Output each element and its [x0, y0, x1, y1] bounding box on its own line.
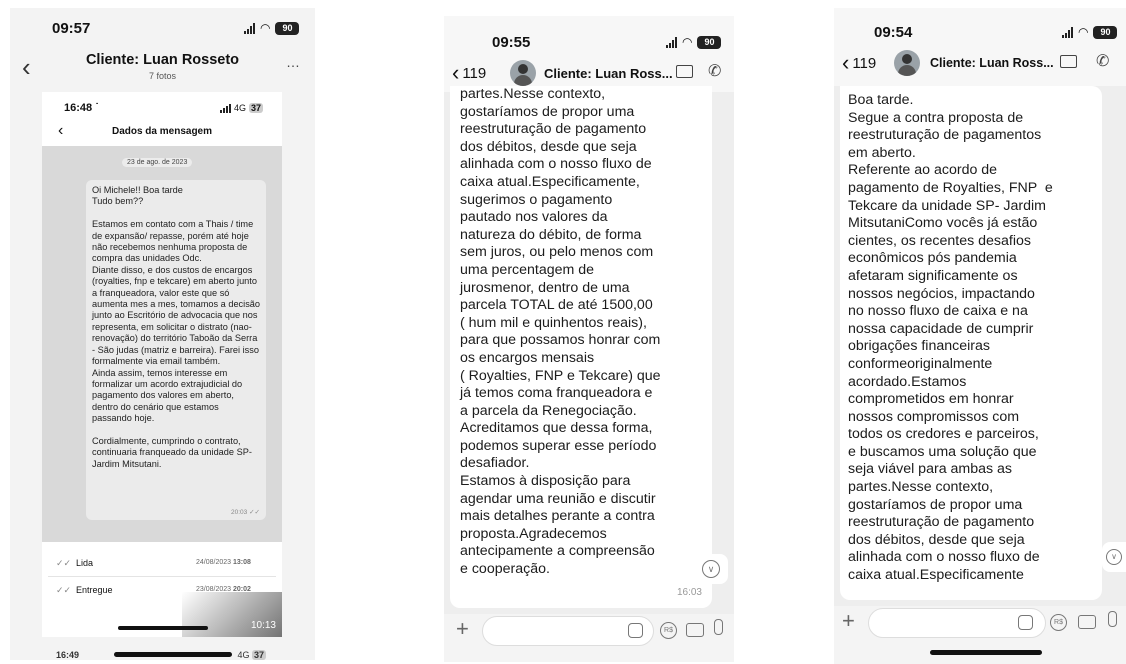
- read-label: Lida: [76, 558, 94, 568]
- message-bubble: Boa tarde. Segue a contra proposta de re…: [840, 86, 1102, 600]
- camera-icon[interactable]: [686, 623, 704, 637]
- camera-icon[interactable]: [1078, 615, 1096, 629]
- inner-signal-icon: [220, 102, 231, 113]
- right-header: [834, 8, 1126, 86]
- back-button[interactable]: ‹ 119: [842, 50, 877, 75]
- bottom-network: 4G: [237, 650, 250, 660]
- bottom-time: 16:49: [56, 650, 80, 660]
- scroll-down-button[interactable]: ∨: [1102, 542, 1126, 572]
- signal-icon: [1062, 26, 1073, 38]
- delivered-label: Entregue: [76, 585, 113, 595]
- payment-icon[interactable]: R$: [660, 622, 677, 639]
- chat-title[interactable]: Cliente: Luan Ross...: [544, 66, 673, 81]
- battery-icon: 90: [697, 35, 722, 49]
- signal-icon: [666, 36, 677, 48]
- wifi-icon: ◠: [260, 21, 271, 35]
- inner-network: 4G: [234, 102, 247, 113]
- unread-count: 119: [462, 64, 487, 82]
- left-phone-screenshot: 09:57 ◠ 90 ‹ Cliente: Luan Rosseto 7 fot…: [10, 8, 315, 660]
- more-options-icon[interactable]: …: [286, 54, 300, 70]
- back-button[interactable]: ‹ 119: [452, 60, 487, 85]
- microphone-icon[interactable]: [1108, 611, 1117, 627]
- plus-icon[interactable]: +: [456, 616, 469, 642]
- inner-message-bubble: Oi Michele!! Boa tarde Tudo bem?? Estamo…: [86, 180, 266, 520]
- back-arrow-icon: ‹: [842, 50, 850, 75]
- read-time: 13:08: [233, 559, 251, 566]
- inner-message-time: 20:03 ✓✓: [231, 509, 260, 516]
- wifi-icon: ◠: [1078, 25, 1089, 39]
- status-icons: ◠ 90: [244, 21, 300, 35]
- right-phone-screenshot: 09:54 ◠ 90 ‹ 119 Cliente: Luan Ross... ✆…: [834, 8, 1126, 664]
- battery-icon: 90: [275, 21, 300, 35]
- status-icons: ◠ 90: [666, 35, 722, 49]
- contact-avatar[interactable]: [510, 60, 536, 86]
- status-icons: ◠ 90: [1062, 25, 1118, 39]
- inner-time-text: 16:48: [64, 102, 93, 114]
- read-timestamp: 24/08/2023 13:08: [196, 559, 251, 566]
- signal-icon: [244, 22, 255, 34]
- message-input[interactable]: [868, 608, 1046, 638]
- battery-icon: 90: [1093, 25, 1118, 39]
- read-date: 24/08/2023: [196, 559, 232, 566]
- status-time: 09:54: [874, 24, 913, 41]
- home-indicator: [930, 650, 1042, 655]
- middle-phone-screenshot: 09:55 ◠ 90 ‹ 119 Cliente: Luan Ross... ✆…: [444, 16, 734, 662]
- microphone-icon[interactable]: [714, 619, 723, 635]
- bottom-right-status: 4G 37: [237, 650, 266, 660]
- date-chip: 23 de ago. de 2023: [122, 158, 193, 167]
- chevron-down-icon: ∨: [702, 560, 720, 578]
- delivered-check-icon: ✓✓: [56, 585, 72, 595]
- inner-screenshot: 16:48 ˙ 4G 37 ‹ Dados da mensagem 23 de …: [42, 92, 282, 637]
- phone-call-icon[interactable]: ✆: [708, 61, 721, 81]
- message-time: 16:03: [676, 587, 702, 599]
- inner-message-time-text: 20:03: [231, 509, 248, 516]
- chevron-down-icon: ∨: [1106, 549, 1122, 565]
- back-arrow-icon: ‹: [452, 60, 460, 85]
- status-time: 09:57: [52, 20, 91, 37]
- inner-status-time: 16:48 ˙: [64, 102, 99, 114]
- read-check-icon: ✓✓: [56, 558, 72, 568]
- video-call-icon[interactable]: [676, 65, 693, 78]
- sticker-icon[interactable]: [628, 623, 643, 638]
- chat-title[interactable]: Cliente: Luan Ross...: [930, 56, 1054, 70]
- bottom-battery: 37: [251, 650, 266, 660]
- bottom-status: 16:49 4G 37: [56, 650, 266, 660]
- message-text: Boa tarde. Segue a contra proposta de re…: [848, 92, 1053, 584]
- read-row: ✓✓ Lida 24/08/2023 13:08: [48, 550, 276, 577]
- inner-status-icons: 4G 37: [220, 102, 264, 113]
- unread-count: 119: [852, 54, 877, 72]
- chat-subtitle: 7 fotos: [148, 71, 177, 81]
- message-bubble: partes.Nesse contexto, gostaríamos de pr…: [450, 86, 712, 608]
- phone-call-icon[interactable]: ✆: [1096, 51, 1109, 71]
- scroll-down-button[interactable]: ∨: [694, 554, 728, 584]
- payment-icon[interactable]: R$: [1050, 614, 1067, 631]
- plus-icon[interactable]: +: [842, 608, 855, 634]
- message-area: 23 de ago. de 2023 Oi Michele!! Boa tard…: [42, 146, 282, 542]
- video-time: 10:13: [250, 620, 276, 631]
- video-call-icon[interactable]: [1060, 55, 1077, 68]
- message-text: partes.Nesse contexto, gostaríamos de pr…: [460, 86, 661, 578]
- sticker-icon[interactable]: [1018, 615, 1033, 630]
- message-input[interactable]: [482, 616, 654, 646]
- status-time: 09:55: [492, 34, 531, 51]
- inner-message-text: Oi Michele!! Boa tarde Tudo bem?? Estamo…: [92, 185, 261, 469]
- person-icon: ˙: [95, 102, 99, 114]
- chat-title: Cliente: Luan Rosseto: [85, 52, 240, 68]
- inner-home-indicator: [118, 626, 208, 630]
- wifi-icon: ◠: [682, 35, 693, 49]
- inner-title: Dados da mensagem: [111, 126, 213, 137]
- contact-avatar[interactable]: [894, 50, 920, 76]
- inner-battery: 37: [249, 102, 264, 113]
